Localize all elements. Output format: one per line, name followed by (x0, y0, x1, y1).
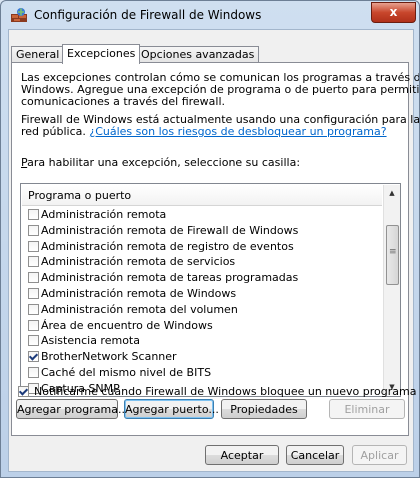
list-item[interactable]: Administración remota (24, 207, 382, 223)
item-checkbox[interactable] (28, 287, 39, 299)
item-label: Administración remota de tareas programa… (41, 271, 299, 285)
list-item[interactable]: Administración remota de Windows (24, 286, 382, 302)
item-label: BrotherNetwork Scanner (41, 350, 177, 364)
item-checkbox[interactable] (28, 240, 39, 252)
scroll-up-icon[interactable]: ▲ (384, 185, 400, 201)
risks-help-link[interactable]: ¿Cuáles son los riesgos de desbloquear u… (89, 125, 386, 138)
exceptions-panel: Las excepciones controlan cómo se comuni… (11, 62, 419, 436)
cancel-button[interactable]: Cancelar (286, 445, 344, 465)
item-label: Área de encuentro de Windows (41, 318, 213, 332)
item-checkbox[interactable] (28, 319, 39, 331)
item-checkbox[interactable] (28, 224, 39, 236)
title-bar[interactable]: Configuración de Firewall de Windows x (1, 1, 419, 29)
exceptions-list[interactable]: Programa o puerto Administración remota … (20, 183, 401, 397)
list-header-label: Programa o puerto (28, 189, 132, 202)
list-item[interactable]: Área de encuentro de Windows (24, 318, 382, 334)
item-checkbox[interactable] (28, 335, 39, 347)
item-label: Administración remota de Windows (41, 286, 237, 300)
status-line-2-prefix: red pública. (21, 125, 90, 138)
apply-button[interactable]: Aplicar (352, 445, 407, 465)
properties-button[interactable]: Propiedades (221, 399, 307, 419)
firewall-icon (11, 8, 27, 22)
item-label: Administración remota de servicios (41, 255, 236, 269)
item-checkbox[interactable] (28, 351, 39, 363)
instruction-text: Para habilitar una excepción, seleccione… (21, 156, 300, 169)
accept-button[interactable]: Aceptar (205, 445, 279, 465)
item-checkbox[interactable] (28, 209, 39, 220)
firewall-settings-window: Configuración de Firewall de Windows x G… (0, 0, 420, 478)
notify-checkbox[interactable] (18, 386, 29, 397)
item-label: Asistencia remota (41, 334, 140, 348)
list-item[interactable]: Administración remota de Firewall de Win… (24, 223, 382, 239)
item-checkbox[interactable] (28, 256, 39, 268)
list-item[interactable]: Caché del mismo nivel de BITS (24, 365, 382, 381)
list-items: Administración remota Administración rem… (24, 207, 382, 396)
item-label: Administración remota (41, 208, 167, 221)
item-label: Caché del mismo nivel de BITS (41, 365, 212, 379)
notify-label: Notificarme cuando Firewall de Windows b… (34, 385, 417, 398)
status-line-2: red pública. ¿Cuáles son los riesgos de … (21, 125, 387, 138)
item-checkbox[interactable] (28, 303, 39, 315)
add-program-button[interactable]: Agregar programa... (16, 399, 128, 419)
intro-line-3: comunicaciones a través del firewall. (21, 95, 226, 108)
tab-advanced-options[interactable]: Opciones avanzadas (136, 46, 260, 63)
tab-general[interactable]: General (11, 46, 65, 63)
list-item[interactable]: Administración remota del volumen (24, 302, 382, 318)
instruction-rest: ara habilitar una excepción, seleccione … (27, 156, 301, 169)
vertical-scrollbar[interactable]: ▲ ▼ (383, 185, 400, 395)
delete-button[interactable]: Eliminar (329, 399, 405, 419)
window-title: Configuración de Firewall de Windows (34, 8, 262, 22)
list-item[interactable]: Administración remota de tareas programa… (24, 270, 382, 286)
item-checkbox[interactable] (28, 272, 39, 284)
item-label: Administración remota del volumen (41, 302, 238, 316)
item-checkbox[interactable] (28, 366, 39, 378)
scroll-thumb[interactable] (386, 225, 399, 285)
list-item[interactable]: Administración remota de registro de eve… (24, 239, 382, 255)
close-button[interactable]: x (371, 2, 416, 23)
tab-exceptions[interactable]: Excepciones (62, 44, 141, 64)
list-item[interactable]: Asistencia remota (24, 333, 382, 349)
list-item[interactable]: Administración remota de servicios (24, 254, 382, 270)
notify-option[interactable]: Notificarme cuando Firewall de Windows b… (18, 385, 416, 398)
list-column-header[interactable]: Programa o puerto (22, 185, 382, 206)
item-label: Administración remota de Firewall de Win… (41, 223, 299, 237)
item-label: Administración remota de registro de eve… (41, 239, 294, 253)
dialog-body: General Excepciones Opciones avanzadas L… (8, 29, 419, 472)
add-port-button[interactable]: Agregar puerto... (124, 399, 219, 419)
list-item[interactable]: BrotherNetwork Scanner (24, 349, 382, 365)
